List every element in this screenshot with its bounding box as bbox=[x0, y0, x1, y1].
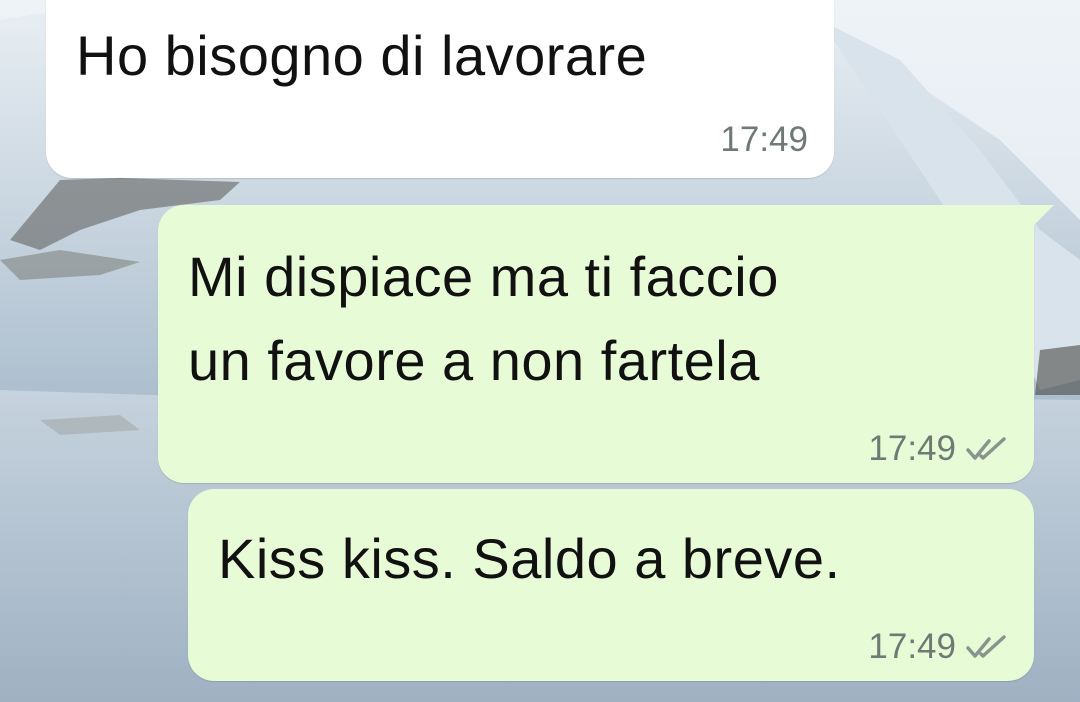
message-time: 17:49 bbox=[868, 429, 956, 468]
message-text: Kiss kiss. Saldo a breve. bbox=[218, 527, 841, 590]
message-time: 17:49 bbox=[720, 120, 808, 159]
message-meta: 17:49 bbox=[720, 120, 808, 160]
message-meta: 17:49 bbox=[868, 429, 1008, 469]
message-text: Mi dispiace ma ti faccio un favore a non… bbox=[188, 245, 779, 392]
double-check-icon bbox=[966, 437, 1006, 460]
message-text: Ho bisogno di lavorare bbox=[76, 24, 648, 87]
outgoing-message-bubble[interactable]: Kiss kiss. Saldo a breve. 17:49 bbox=[188, 489, 1034, 681]
message-time: 17:49 bbox=[868, 627, 956, 666]
double-check-icon bbox=[966, 635, 1006, 658]
outgoing-message-bubble[interactable]: Mi dispiace ma ti faccio un favore a non… bbox=[158, 205, 1054, 483]
message-meta: 17:49 bbox=[868, 627, 1008, 667]
incoming-message-bubble[interactable]: Ho bisogno di lavorare 17:49 bbox=[46, 0, 834, 178]
